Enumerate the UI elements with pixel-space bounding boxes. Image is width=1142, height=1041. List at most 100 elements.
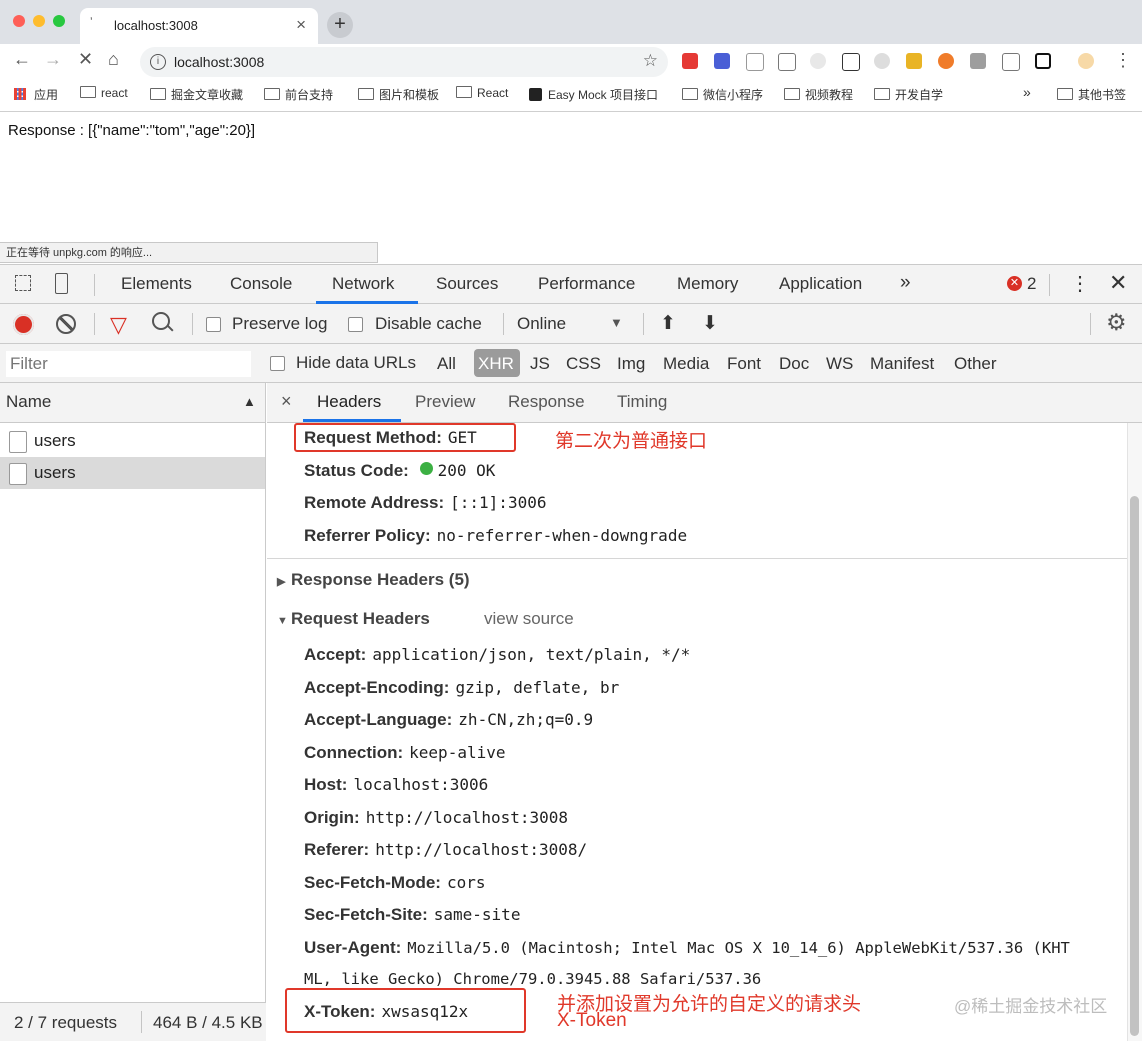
extension-yellow-icon[interactable] [906, 53, 922, 69]
disable-cache-checkbox[interactable] [348, 317, 363, 332]
extension-eye-icon[interactable] [842, 53, 860, 71]
tab-application[interactable]: Application [779, 274, 862, 294]
maximize-window-button[interactable] [53, 15, 65, 27]
bookmark-other[interactable]: 其他书签 [1057, 86, 1126, 103]
throttle-select[interactable]: Online [517, 314, 566, 334]
bookmark-juejin[interactable]: 掘金文章收藏 [150, 86, 243, 103]
browser-toolbar: ← → ✕ ⌂ i localhost:3008 ☆ ⋮ [0, 44, 1142, 80]
tab-headers[interactable]: Headers [317, 392, 381, 412]
type-js[interactable]: JS [530, 354, 550, 374]
type-font[interactable]: Font [727, 354, 761, 374]
bookmark-videos[interactable]: 视频教程 [784, 86, 853, 103]
type-manifest[interactable]: Manifest [870, 354, 934, 374]
profile-avatar[interactable] [1078, 53, 1094, 69]
request-row-selected[interactable]: users [0, 457, 265, 489]
clear-icon[interactable] [56, 314, 76, 334]
type-ws[interactable]: WS [826, 354, 853, 374]
import-har-icon[interactable]: ⬆ [660, 312, 676, 335]
tab-elements[interactable]: Elements [121, 274, 192, 294]
filter-input[interactable] [6, 351, 251, 377]
response-headers-section[interactable]: ▶ Response Headers (5) [277, 570, 470, 590]
close-devtools-icon[interactable]: ✕ [1109, 270, 1127, 296]
bookmark-star-icon[interactable]: ☆ [643, 51, 658, 71]
request-headers-section[interactable]: ▼ Request Headers [277, 609, 430, 629]
extension-v-icon[interactable] [1002, 53, 1020, 71]
name-column-header[interactable]: Name ▲ [0, 383, 265, 423]
type-css[interactable]: CSS [566, 354, 601, 374]
tab-network[interactable]: Network [332, 274, 394, 294]
error-icon[interactable]: ✕ [1007, 276, 1022, 291]
header-host: Host: localhost:3006 [304, 775, 489, 794]
request-list: Name ▲ users users [0, 383, 266, 1041]
menu-dots-icon[interactable]: ⋮ [1114, 50, 1132, 71]
type-other[interactable]: Other [954, 354, 997, 374]
new-tab-button[interactable]: + [327, 12, 353, 38]
request-name: users [34, 431, 76, 450]
filter-funnel-icon[interactable]: ▽ [110, 312, 127, 338]
address-bar[interactable]: i localhost:3008 ☆ [140, 47, 668, 77]
general-referrer-policy: Referrer Policy: no-referrer-when-downgra… [304, 526, 688, 545]
extension-orange-icon[interactable] [938, 53, 954, 69]
bookmark-react[interactable]: react [80, 86, 128, 100]
settings-gear-icon[interactable]: ⚙ [1106, 309, 1127, 336]
type-doc[interactable]: Doc [779, 354, 809, 374]
sort-ascending-icon[interactable]: ▲ [243, 394, 256, 409]
extension-gray-icon[interactable] [970, 53, 986, 69]
tab-sources[interactable]: Sources [436, 274, 498, 294]
chevron-down-icon[interactable]: ▼ [610, 315, 623, 330]
close-window-button[interactable] [13, 15, 25, 27]
info-icon[interactable]: i [150, 54, 166, 70]
type-xhr[interactable]: XHR [478, 354, 514, 374]
tab-preview[interactable]: Preview [415, 392, 475, 412]
extension-wand-icon[interactable] [778, 53, 796, 71]
extension-fe-icon[interactable] [682, 53, 698, 69]
record-icon[interactable] [13, 314, 34, 335]
extension-circle-icon[interactable] [874, 53, 890, 69]
stop-loading-icon[interactable]: ✕ [78, 49, 93, 70]
folder-icon [456, 86, 472, 98]
extension-square-icon[interactable] [1035, 53, 1051, 69]
type-all[interactable]: All [437, 354, 456, 374]
inspect-element-icon[interactable] [15, 275, 31, 291]
bookmark-easy-mock[interactable]: Easy Mock 项目接口 [529, 86, 658, 103]
bookmark-images[interactable]: 图片和模板 [358, 86, 439, 103]
tab-close-icon[interactable]: × [296, 15, 306, 35]
bookmark-react-2[interactable]: React [456, 86, 508, 100]
folder-icon [874, 88, 890, 100]
back-arrow-icon[interactable]: ← [13, 49, 31, 70]
header-sec-fetch-mode: Sec-Fetch-Mode: cors [304, 873, 486, 892]
tab-timing[interactable]: Timing [617, 392, 667, 412]
response-text: Response : [{"name":"tom","age":20}] [8, 122, 256, 139]
tab-response[interactable]: Response [508, 392, 585, 412]
bookmark-wechat[interactable]: 微信小程序 [682, 86, 763, 103]
bookmark-apps[interactable]: 应用 [14, 86, 58, 103]
network-toolbar: ▽ Preserve log Disable cache Online ▼ ⬆ … [0, 304, 1142, 344]
home-icon[interactable]: ⌂ [108, 49, 119, 70]
more-tabs-button[interactable]: » [900, 272, 911, 294]
extension-paragraph-icon[interactable] [746, 53, 764, 71]
view-source-link[interactable]: view source [484, 609, 574, 629]
export-har-icon[interactable]: ⬇ [702, 312, 718, 335]
request-row[interactable]: users [0, 425, 265, 457]
header-user-agent: User-Agent: Mozilla/5.0 (Macintosh; Intel… [304, 938, 1070, 957]
minimize-window-button[interactable] [33, 15, 45, 27]
bookmark-selfstudy[interactable]: 开发自学 [874, 86, 943, 103]
devtools-menu-icon[interactable]: ⋮ [1070, 271, 1090, 296]
hide-data-urls-checkbox[interactable] [270, 356, 285, 371]
preserve-log-checkbox[interactable] [206, 317, 221, 332]
extension-check-icon[interactable] [714, 53, 730, 69]
tab-performance[interactable]: Performance [538, 274, 635, 294]
type-media[interactable]: Media [663, 354, 709, 374]
browser-tab[interactable]: ʼ localhost:3008 × [80, 8, 318, 44]
header-user-agent-wrap: ML, like Gecko) Chrome/79.0.3945.88 Safa… [304, 970, 762, 988]
scrollbar-thumb[interactable] [1130, 496, 1139, 1036]
forward-arrow-icon[interactable]: → [44, 49, 62, 70]
bookmarks-overflow-button[interactable]: » [1023, 84, 1031, 100]
device-toolbar-icon[interactable] [55, 273, 68, 294]
bookmark-frontend[interactable]: 前台支持 [264, 86, 333, 103]
tab-memory[interactable]: Memory [677, 274, 738, 294]
tab-console[interactable]: Console [230, 274, 292, 294]
type-img[interactable]: Img [617, 354, 645, 374]
close-detail-icon[interactable]: × [281, 391, 292, 412]
extension-react-icon[interactable] [810, 53, 826, 69]
